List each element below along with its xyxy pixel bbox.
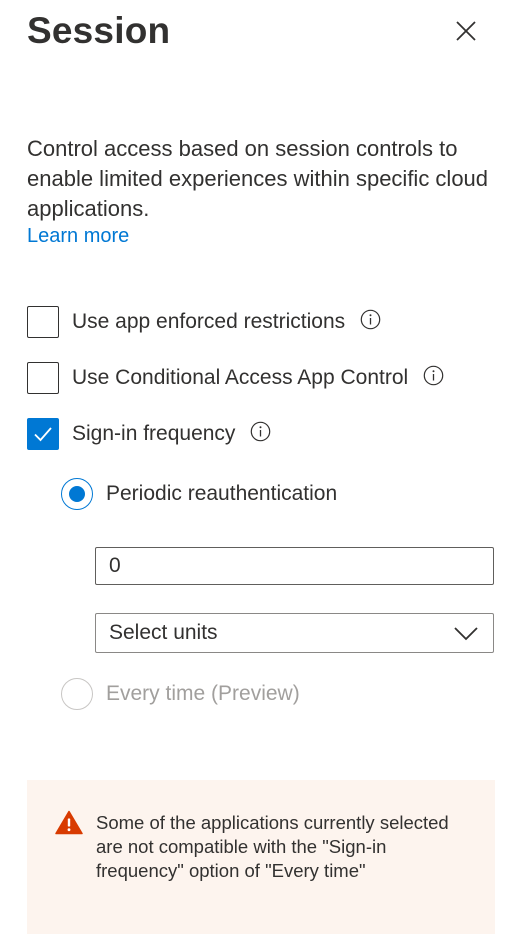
option-conditional-access-app-control[interactable]: Use Conditional Access App Control	[27, 361, 444, 395]
option-label: Use app enforced restrictions	[72, 310, 346, 333]
warning-text: Some of the applications currently selec…	[96, 812, 449, 881]
warning-icon	[55, 810, 83, 835]
conditional-access-app-control-checkbox[interactable]	[27, 362, 59, 394]
close-button[interactable]	[453, 18, 479, 44]
panel-title: Session	[27, 10, 171, 51]
radio-periodic-reauthentication[interactable]: Periodic reauthentication	[61, 477, 337, 511]
info-icon[interactable]	[360, 309, 381, 330]
chevron-down-icon	[452, 623, 480, 643]
close-icon	[456, 21, 476, 41]
units-select-value: Select units	[109, 621, 218, 644]
option-label: Sign-in frequency	[72, 422, 236, 445]
option-label: Use Conditional Access App Control	[72, 366, 409, 389]
every-time-radio-button[interactable]	[61, 678, 93, 710]
info-icon[interactable]	[250, 421, 271, 442]
learn-more-link[interactable]: Learn more	[27, 225, 129, 248]
option-app-enforced-restrictions[interactable]: Use app enforced restrictions	[27, 305, 381, 339]
radio-label: Every time (Preview)	[106, 682, 300, 705]
checkmark-icon	[34, 427, 52, 442]
warning-banner: Some of the applications currently selec…	[27, 780, 495, 934]
info-icon[interactable]	[423, 365, 444, 386]
radio-label: Periodic reauthentication	[106, 482, 338, 505]
option-sign-in-frequency[interactable]: Sign-in frequency	[27, 417, 271, 451]
radio-every-time[interactable]: Every time (Preview)	[61, 677, 300, 711]
units-select[interactable]: Select units	[95, 613, 494, 653]
radio-selected-dot	[69, 486, 85, 502]
description-text: Control access based on session controls…	[27, 136, 489, 221]
app-enforced-restrictions-checkbox[interactable]	[27, 306, 59, 338]
panel-header: Session	[27, 6, 497, 58]
periodic-radio-button[interactable]	[61, 478, 93, 510]
frequency-value-input[interactable]	[95, 547, 494, 585]
sign-in-frequency-checkbox[interactable]	[27, 418, 59, 450]
